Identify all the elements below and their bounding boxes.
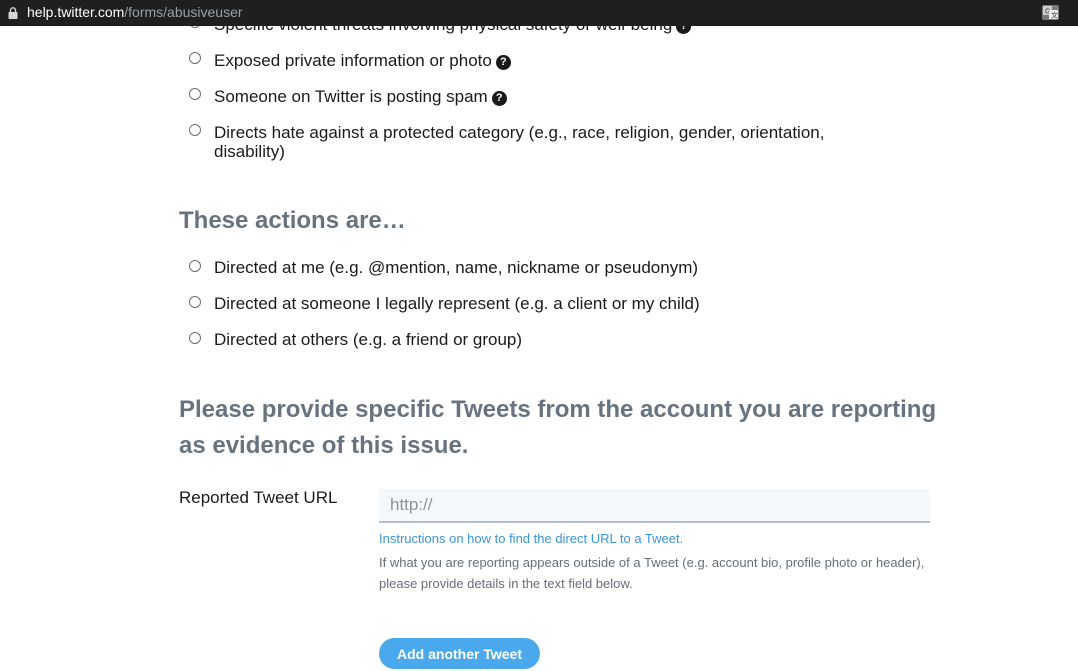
radio-directed-at-represented[interactable] bbox=[189, 296, 201, 308]
svg-text:文: 文 bbox=[1051, 11, 1058, 20]
option-violent-threats: Specific violent threats involving physi… bbox=[214, 26, 914, 34]
reported-tweet-url-input[interactable] bbox=[379, 489, 930, 523]
radio-hate-protected[interactable] bbox=[189, 124, 201, 136]
translate-icon[interactable]: G 文 bbox=[1042, 5, 1059, 20]
evidence-heading: Please provide specific Tweets from the … bbox=[179, 396, 937, 459]
outside-tweet-help-text: If what you are reporting appears outsid… bbox=[379, 555, 925, 591]
radio-directed-at-others[interactable] bbox=[189, 332, 201, 344]
option-label: Specific violent threats involving physi… bbox=[214, 26, 672, 34]
option-label: Someone on Twitter is posting spam bbox=[214, 87, 488, 106]
option-directed-at-me: Directed at me (e.g. @mention, name, nic… bbox=[214, 258, 699, 277]
option-label: Directs hate against a protected categor… bbox=[214, 123, 825, 161]
option-private-info: Exposed private information or photo? bbox=[214, 51, 914, 70]
radio-directed-at-me[interactable] bbox=[189, 260, 201, 272]
radio-violent-threats[interactable] bbox=[189, 26, 201, 28]
help-icon[interactable]: ? bbox=[676, 26, 692, 34]
radio-private-info[interactable] bbox=[189, 52, 201, 64]
add-another-tweet-button[interactable]: Add another Tweet bbox=[379, 638, 540, 669]
url-path: /forms/abusiveuser bbox=[124, 4, 243, 20]
actions-heading: These actions are… bbox=[179, 207, 406, 234]
radio-spam[interactable] bbox=[189, 88, 201, 100]
tweet-url-instructions-link[interactable]: Instructions on how to find the direct U… bbox=[379, 531, 683, 546]
address-bar[interactable]: help.twitter.com/forms/abusiveuser G 文 bbox=[0, 0, 1078, 26]
option-spam: Someone on Twitter is posting spam? bbox=[214, 87, 914, 106]
option-label: Exposed private information or photo bbox=[214, 51, 492, 70]
report-form: Specific violent threats involving physi… bbox=[0, 26, 1078, 671]
option-directed-at-others: Directed at others (e.g. a friend or gro… bbox=[214, 330, 523, 349]
url-text[interactable]: help.twitter.com/forms/abusiveuser bbox=[27, 4, 243, 20]
option-directed-at-represented: Directed at someone I legally represent … bbox=[214, 294, 700, 313]
help-icon[interactable]: ? bbox=[491, 91, 507, 106]
reported-tweet-url-label: Reported Tweet URL bbox=[179, 488, 338, 507]
lock-icon bbox=[8, 7, 18, 19]
help-icon[interactable]: ? bbox=[495, 55, 511, 70]
option-hate-protected: Directs hate against a protected categor… bbox=[214, 123, 884, 161]
url-host: help.twitter.com bbox=[27, 4, 125, 20]
